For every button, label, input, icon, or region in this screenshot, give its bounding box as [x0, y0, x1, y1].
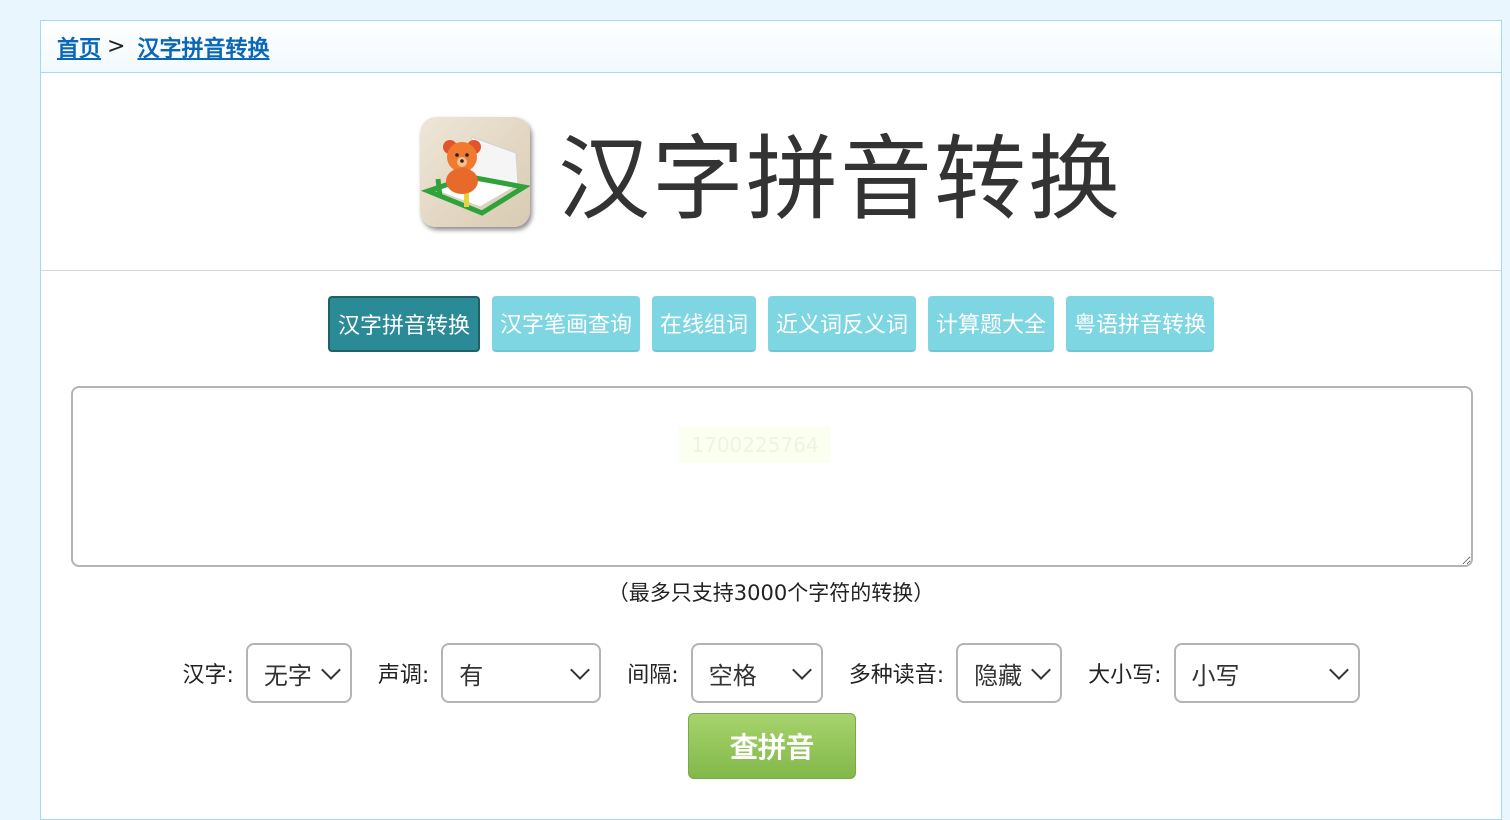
tab-pinyin-convert[interactable]: 汉字拼音转换 — [327, 296, 480, 352]
breadcrumb-current-link[interactable]: 汉字拼音转换 — [137, 31, 269, 63]
breadcrumb-separator: > — [107, 34, 126, 59]
tab-math-problems[interactable]: 计算题大全 — [928, 296, 1055, 352]
tone-label: 声调: — [377, 663, 430, 688]
tab-word-formation[interactable]: 在线组词 — [651, 296, 756, 352]
chevron-down-icon — [570, 660, 591, 680]
spacing-label: 间隔: — [627, 663, 679, 688]
input-watermark: 1700225764 — [679, 427, 831, 463]
tab-cantonese-pinyin[interactable]: 粤语拼音转换 — [1066, 296, 1215, 352]
case-select[interactable]: 小写 — [1173, 643, 1360, 703]
case-select-value: 小写 — [1191, 661, 1240, 690]
content-frame: 首页 > 汉字拼音转换 汉字拼音转换 汉字拼音转换 汉字笔画查询 在线组词 近义… — [40, 20, 1502, 820]
polyphone-select[interactable]: 隐藏 — [956, 643, 1063, 703]
page-title: 汉字拼音转换 — [557, 126, 1122, 233]
hanzi-select-value: 无字 — [263, 661, 312, 690]
chevron-down-icon — [320, 660, 341, 680]
hanzi-label: 汉字: — [182, 663, 234, 688]
tone-select-value: 有 — [459, 661, 484, 690]
tool-tabs: 汉字拼音转换 汉字笔画查询 在线组词 近义词反义词 计算题大全 粤语拼音转换 — [41, 296, 1501, 352]
tab-stroke-lookup[interactable]: 汉字笔画查询 — [491, 296, 640, 352]
tone-select[interactable]: 有 — [441, 643, 602, 703]
polyphone-label: 多种读音: — [848, 663, 945, 688]
hanzi-select[interactable]: 无字 — [245, 643, 352, 703]
chevron-down-icon — [1031, 660, 1052, 680]
lookup-pinyin-button[interactable]: 查拼音 — [688, 713, 856, 779]
breadcrumb-home-link[interactable]: 首页 — [57, 31, 101, 63]
chevron-down-icon — [791, 660, 812, 680]
spacing-select-value: 空格 — [708, 661, 757, 690]
breadcrumb: 首页 > 汉字拼音转换 — [41, 21, 1501, 73]
page-header: 汉字拼音转换 — [41, 73, 1501, 271]
char-limit-hint: （最多只支持3000个字符的转换） — [607, 581, 935, 605]
polyphone-select-value: 隐藏 — [974, 661, 1023, 690]
conversion-options: 汉字: 无字 声调: 有 间隔: 空格 多种读音: 隐藏 大小写: 小写 — [41, 643, 1501, 703]
spacing-select[interactable]: 空格 — [690, 643, 823, 703]
teddy-bear-book-icon — [419, 116, 530, 227]
case-label: 大小写: — [1088, 663, 1162, 688]
chinese-text-input[interactable] — [71, 386, 1473, 567]
chevron-down-icon — [1328, 660, 1349, 680]
tab-synonyms-antonyms[interactable]: 近义词反义词 — [768, 296, 917, 352]
